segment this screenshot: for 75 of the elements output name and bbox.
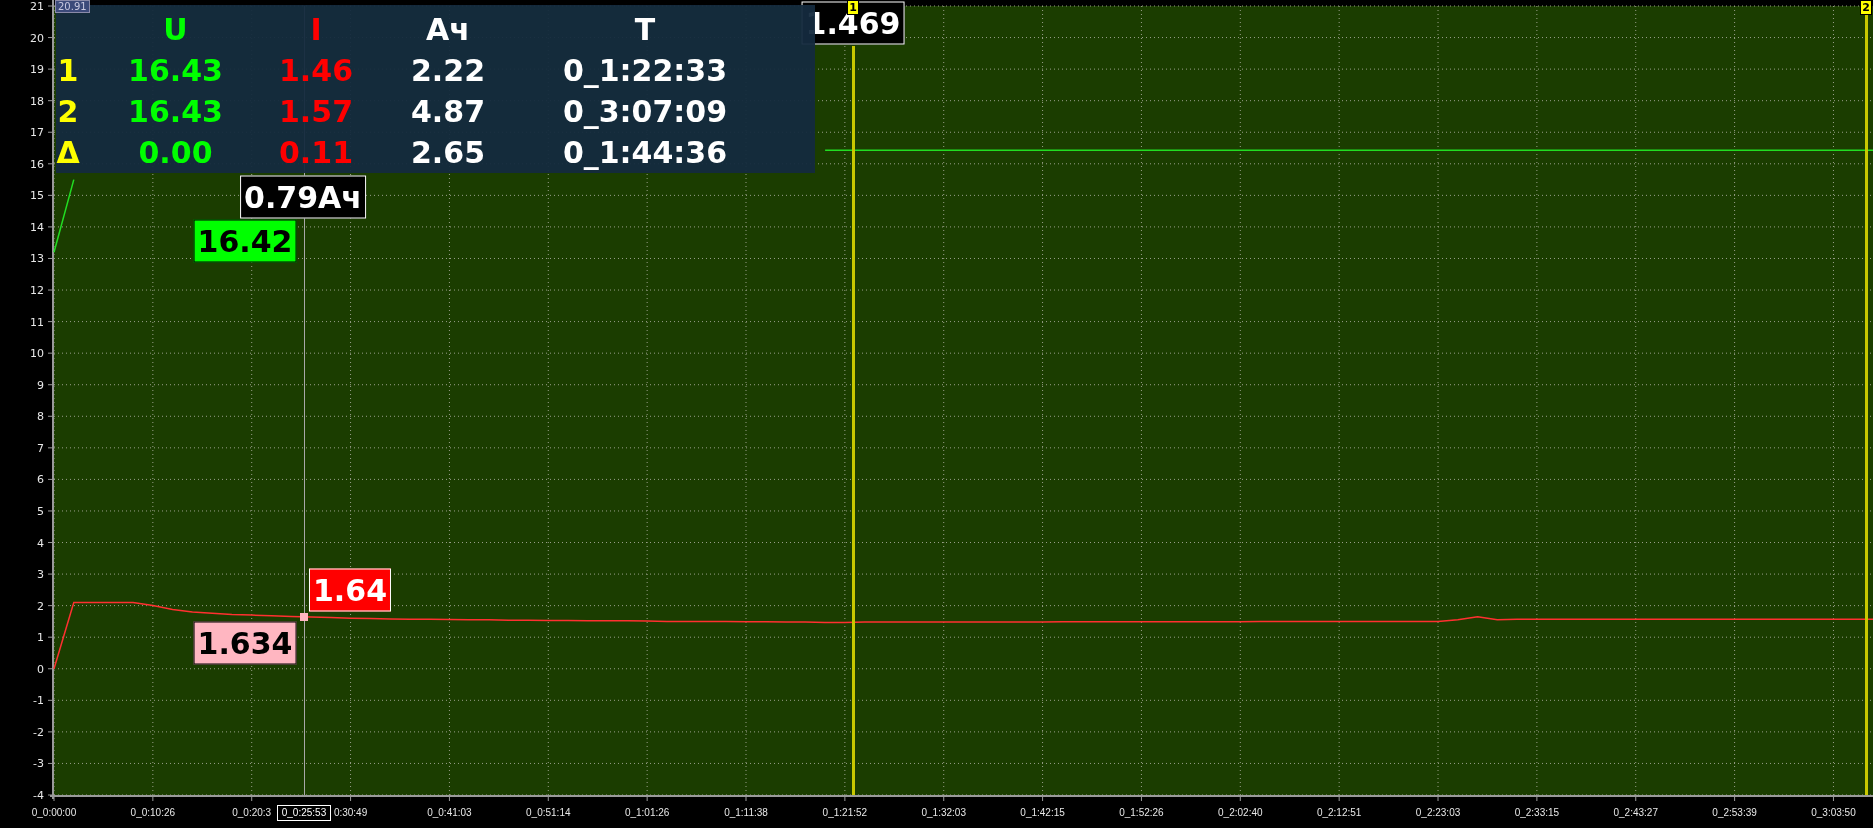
axis-tick-label: 0_2:23:03 — [1415, 807, 1461, 818]
axis-tick-label: 0_0:10:26 — [130, 807, 176, 818]
axis-tick-label: 0 — [37, 662, 44, 676]
axis-tick-label: 4 — [37, 536, 44, 550]
axis-tick-label: 1 — [37, 631, 44, 645]
value-tag: 1.634 — [193, 621, 297, 665]
axis-tick-label: 0_2:02:40 — [1218, 807, 1263, 818]
axis-tick-label: 0_0:51:14 — [526, 807, 571, 818]
axis-tick-label: 19 — [30, 63, 44, 77]
cursor-line[interactable] — [1865, 15, 1868, 795]
axis-tick-label: 16 — [30, 157, 44, 171]
axis-tick-label: 5 — [37, 504, 44, 518]
probe-time-label: 0_0:25:53 — [277, 805, 331, 821]
axis-tick-label: 0_0:41:03 — [427, 807, 472, 818]
column-header: Ач — [425, 14, 471, 45]
axis-tick-label: 21 — [30, 0, 44, 13]
axis-tick-label: 0_1:11:38 — [724, 807, 768, 818]
table-cell-text: 4.87 — [410, 96, 486, 127]
axis-tick-label: 0_0:20:3 — [232, 807, 272, 818]
table-cell-text: 16.43 — [127, 55, 224, 86]
table-cell-text: 0_1:22:33 — [561, 55, 729, 86]
value-tag: 1.64 — [309, 568, 391, 612]
column-header: I — [309, 14, 323, 45]
axis-tick-label: 11 — [30, 315, 44, 329]
table-cell-text: 2.65 — [410, 137, 486, 168]
row-label: 2 — [56, 96, 80, 127]
axis-tick-label: 12 — [30, 284, 44, 298]
table-cell-text: 1.57 — [278, 96, 354, 127]
probe-point — [300, 612, 308, 621]
axis-tick-label: 3 — [37, 568, 44, 582]
axis-tick-label: 9 — [37, 378, 44, 392]
table-cell-text: 0_3:07:09 — [561, 96, 729, 127]
axis-tick-label: 18 — [30, 94, 44, 108]
axis-tick-label: 0_2:33:15 — [1514, 807, 1560, 818]
cursor-flag[interactable]: 1 — [847, 0, 859, 15]
value-tag: 16.42 — [193, 219, 297, 263]
row-label: 1 — [56, 55, 80, 86]
axis-tick-label: 6 — [37, 473, 44, 487]
axis-tick-label: 8 — [37, 410, 44, 424]
value-tag: 0.79Ач — [240, 175, 366, 219]
corner-value-label: 20.91 — [55, 0, 90, 13]
axis-tick-label: -1 — [33, 694, 44, 708]
table-cell-text: 1.46 — [278, 55, 354, 86]
axis-tick-label: -3 — [33, 757, 44, 771]
axis-tick-label: 0_2:43:27 — [1613, 807, 1658, 818]
axis-tick-label: 7 — [37, 441, 44, 455]
axis-tick-label: 0_1:01:26 — [624, 807, 670, 818]
axis-tick-label: -2 — [33, 725, 44, 739]
axis-tick-label: 0_1:42:15 — [1020, 807, 1065, 818]
table-cell-text: 16.43 — [127, 96, 224, 127]
axis-tick-label: 0_2:53:39 — [1712, 807, 1757, 818]
cursor-line[interactable] — [852, 46, 855, 795]
column-header: T — [633, 14, 657, 45]
axis-tick-label: 0_1:21:52 — [822, 807, 868, 818]
axis-tick-label: 2 — [37, 599, 44, 613]
column-header: U — [162, 14, 189, 45]
axis-tick-label: 15 — [30, 189, 44, 203]
axis-tick-label: 0_1:32:03 — [921, 807, 966, 818]
axis-tick-label: 17 — [30, 126, 44, 140]
axis-tick-label: 0_1:52:26 — [1119, 807, 1164, 818]
axis-tick-label: 20 — [30, 31, 44, 45]
table-cell-text: 0_1:44:36 — [561, 137, 729, 168]
table-cell-text: 2.22 — [410, 55, 486, 86]
axis-tick-label: 0_3:03:50 — [1811, 807, 1856, 818]
axis-tick-label: 0_0:00:00 — [31, 807, 77, 818]
cursor-flag[interactable]: 2 — [1860, 0, 1872, 15]
axis-tick-label: 10 — [30, 347, 44, 361]
axis-tick-label: -4 — [33, 789, 44, 802]
axis-tick-label: 13 — [30, 252, 44, 266]
table-cell-text: 0.00 — [137, 137, 214, 168]
row-label: Δ — [56, 137, 80, 168]
axis-tick-label: 0:30:49 — [333, 807, 368, 818]
table-cell-text: 0.11 — [278, 137, 354, 168]
axis-tick-label: 0_2:12:51 — [1316, 807, 1362, 818]
axis-tick-label: 14 — [30, 220, 44, 234]
